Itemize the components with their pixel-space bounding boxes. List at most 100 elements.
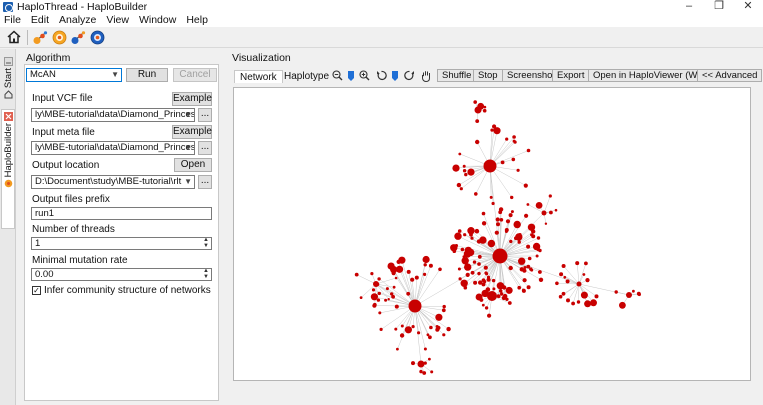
network-node[interactable] xyxy=(487,291,497,301)
network-node[interactable] xyxy=(466,248,475,257)
network-node[interactable] xyxy=(491,278,496,283)
network-node[interactable] xyxy=(408,299,422,313)
network-node[interactable] xyxy=(484,306,489,310)
mutation-rate-stepper[interactable]: 0.00 ▲ ▼ xyxy=(31,268,212,281)
vcf-file-input[interactable]: ly\MBE-tutorial\data\Diamond_Princess.vc… xyxy=(31,108,195,122)
close-button[interactable]: ✕ xyxy=(735,0,761,13)
output-location-input[interactable]: D:\Document\study\MBE-tutorial\rlt ▼ xyxy=(31,175,195,189)
network-node[interactable] xyxy=(523,266,527,269)
network-node[interactable] xyxy=(586,302,591,307)
method-select[interactable]: McAN ▼ xyxy=(26,68,122,82)
output-browse-button[interactable]: ... xyxy=(198,175,212,189)
network-node[interactable] xyxy=(423,361,427,365)
network-node[interactable] xyxy=(477,254,482,259)
network-node[interactable] xyxy=(423,263,427,267)
network-node[interactable] xyxy=(526,285,531,290)
rotate-left-icon[interactable] xyxy=(375,69,387,82)
network-node[interactable] xyxy=(460,247,465,252)
network-node[interactable] xyxy=(576,300,581,304)
network-node[interactable] xyxy=(399,333,405,338)
network-node[interactable] xyxy=(477,102,485,110)
network-node[interactable] xyxy=(410,277,415,282)
blue-circle-icon[interactable] xyxy=(89,29,105,45)
network-node[interactable] xyxy=(632,289,635,293)
network-node[interactable] xyxy=(492,124,497,129)
shuffle-button[interactable]: Shuffle xyxy=(437,69,477,82)
network-node[interactable] xyxy=(377,291,381,296)
network-node[interactable] xyxy=(590,299,597,307)
network-node[interactable] xyxy=(535,202,543,209)
network-node[interactable] xyxy=(400,324,404,328)
network-node[interactable] xyxy=(483,280,487,284)
network-node[interactable] xyxy=(373,281,379,287)
zoom-slider-icon[interactable] xyxy=(345,69,357,82)
network-node[interactable] xyxy=(514,236,518,240)
network-node[interactable] xyxy=(526,203,530,206)
network-node[interactable] xyxy=(582,273,586,276)
network-node[interactable] xyxy=(554,208,558,212)
network-node[interactable] xyxy=(508,213,513,218)
network-node[interactable] xyxy=(411,361,415,366)
menu-help[interactable]: Help xyxy=(181,14,213,26)
network-node[interactable] xyxy=(492,248,508,264)
network-node[interactable] xyxy=(517,240,521,244)
network-node[interactable] xyxy=(458,152,462,156)
network-node[interactable] xyxy=(541,210,547,216)
zoom-in-icon[interactable] xyxy=(358,69,370,82)
network-node[interactable] xyxy=(519,267,524,272)
network-node[interactable] xyxy=(394,276,398,280)
network-node[interactable] xyxy=(563,275,567,279)
network-node[interactable] xyxy=(392,285,396,289)
network-node[interactable] xyxy=(507,301,512,305)
network-node[interactable] xyxy=(423,272,427,276)
vcf-browse-button[interactable]: ... xyxy=(198,108,212,122)
zoom-out-icon[interactable] xyxy=(331,69,343,82)
network-node[interactable] xyxy=(372,302,377,307)
network-node[interactable] xyxy=(531,234,536,239)
network-node[interactable] xyxy=(472,260,477,264)
network-node[interactable] xyxy=(527,223,536,231)
network-node[interactable] xyxy=(394,304,399,309)
network-node[interactable] xyxy=(470,270,475,275)
network-node[interactable] xyxy=(548,194,552,198)
network-node[interactable] xyxy=(517,285,521,290)
network-node[interactable] xyxy=(387,298,390,301)
network-node[interactable] xyxy=(508,265,513,271)
menu-analyze[interactable]: Analyze xyxy=(54,14,101,26)
network-node[interactable] xyxy=(485,272,489,276)
network-node[interactable] xyxy=(469,171,474,175)
spin-down-icon[interactable]: ▼ xyxy=(202,243,210,249)
network-node[interactable] xyxy=(377,277,381,281)
network-node[interactable] xyxy=(354,272,359,277)
network-node[interactable] xyxy=(370,272,374,276)
network-node[interactable] xyxy=(464,172,468,177)
network-node[interactable] xyxy=(558,294,563,299)
network-node[interactable] xyxy=(502,285,507,290)
advanced-button[interactable]: << Advanced xyxy=(697,69,763,82)
tab-haplotype[interactable]: Haplotype xyxy=(279,70,334,83)
network-node[interactable] xyxy=(398,256,406,264)
meta-browse-button[interactable]: ... xyxy=(198,141,212,155)
network-node[interactable] xyxy=(490,128,494,132)
tab-start[interactable]: Start xyxy=(1,55,15,101)
menu-file[interactable]: File xyxy=(0,14,26,26)
network-node[interactable] xyxy=(518,257,526,265)
network-node[interactable] xyxy=(436,325,441,330)
network-node[interactable] xyxy=(637,292,641,297)
network-node[interactable] xyxy=(498,207,504,212)
tab-haplobuilder[interactable]: HaploBuilder xyxy=(1,109,15,229)
network-node[interactable] xyxy=(462,169,467,173)
network-node[interactable] xyxy=(422,255,430,264)
network-node[interactable] xyxy=(535,254,539,258)
network-node[interactable] xyxy=(476,239,481,244)
network-node[interactable] xyxy=(614,290,618,294)
network-node[interactable] xyxy=(584,261,588,266)
network-node[interactable] xyxy=(406,269,411,274)
hand-pan-icon[interactable] xyxy=(420,69,432,82)
network-node[interactable] xyxy=(384,298,388,302)
network-node[interactable] xyxy=(430,370,434,374)
network-node[interactable] xyxy=(475,119,480,123)
network-node[interactable] xyxy=(473,100,477,104)
network-node[interactable] xyxy=(423,347,427,351)
network-node[interactable] xyxy=(499,218,504,222)
